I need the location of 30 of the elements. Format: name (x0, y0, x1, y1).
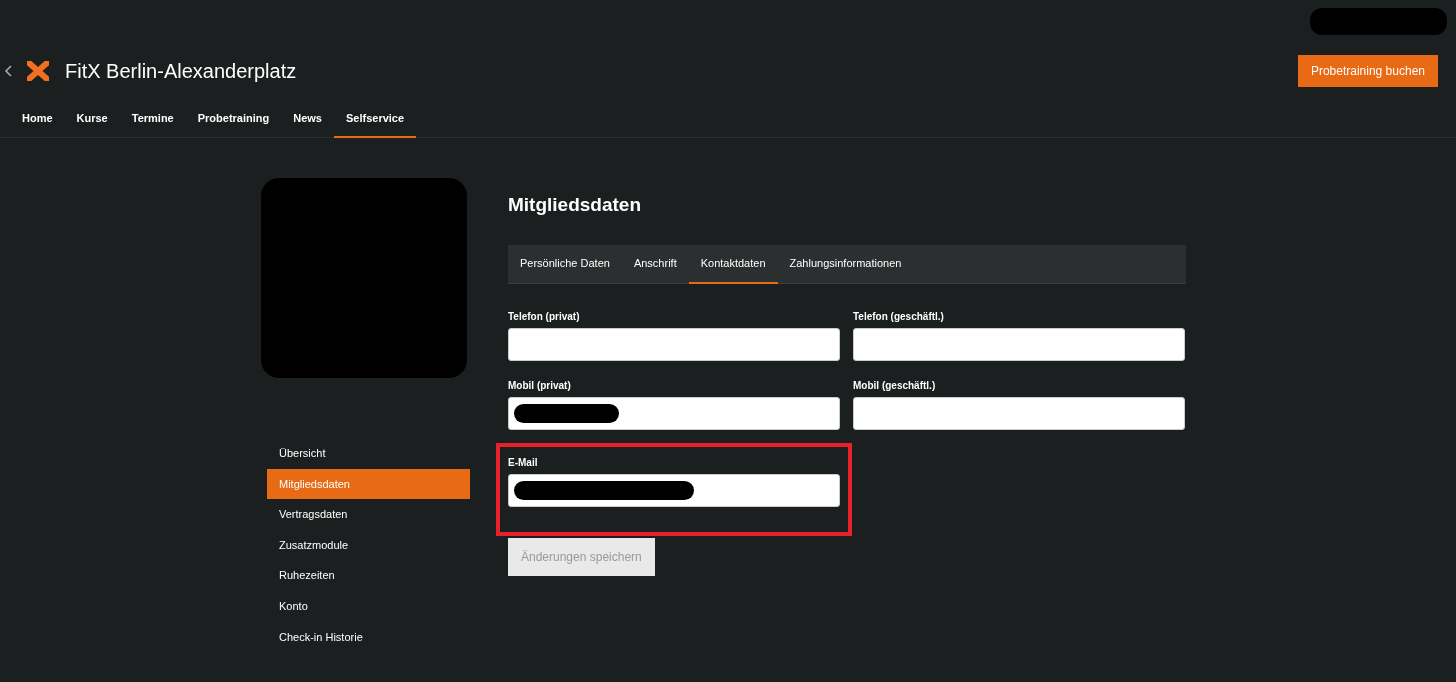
logo-icon[interactable] (27, 61, 49, 81)
tab[interactable]: Persönliche Daten (508, 244, 622, 284)
nav-tab[interactable]: Selfservice (334, 100, 417, 138)
nav-tab[interactable]: Termine (119, 100, 186, 138)
input-field[interactable] (508, 396, 840, 430)
club-name: FitX Berlin-Alexanderplatz (65, 59, 298, 84)
sidebar-item[interactable]: Vertragsdaten (267, 499, 470, 530)
sidebar-item[interactable]: Übersicht (267, 438, 470, 469)
back-icon[interactable] (4, 64, 13, 78)
sidebar-item[interactable]: Check-in Historie (267, 621, 470, 653)
input-field[interactable] (853, 327, 1185, 361)
input-field[interactable] (508, 473, 840, 507)
tab[interactable]: Anschrift (621, 244, 689, 284)
field-label: Mobil (privat) (508, 378, 572, 393)
sidebar-item[interactable]: Konto (267, 590, 470, 622)
sidebar-item[interactable]: Zusatzmodule (267, 529, 470, 561)
page-title: Mitgliedsdaten (508, 194, 642, 217)
sidebar-item[interactable]: Ruhezeiten (267, 560, 470, 591)
nav-tab[interactable]: Kurse (64, 100, 120, 138)
field-label: Mobil (geschäftl.) (853, 378, 937, 393)
nav-tab[interactable]: Probetraining (185, 100, 282, 138)
field-label: E-Mail (508, 455, 539, 470)
tab[interactable]: Kontaktdaten (688, 244, 778, 284)
input-field[interactable] (853, 396, 1185, 430)
field-label: Telefon (privat) (508, 309, 581, 324)
field-label: Telefon (geschäftl.) (853, 309, 945, 324)
nav-tab[interactable]: News (281, 100, 334, 138)
tab[interactable]: Zahlungsinformationen (777, 244, 914, 284)
input-field[interactable] (508, 327, 840, 361)
nav-tab[interactable]: Home (10, 100, 65, 138)
